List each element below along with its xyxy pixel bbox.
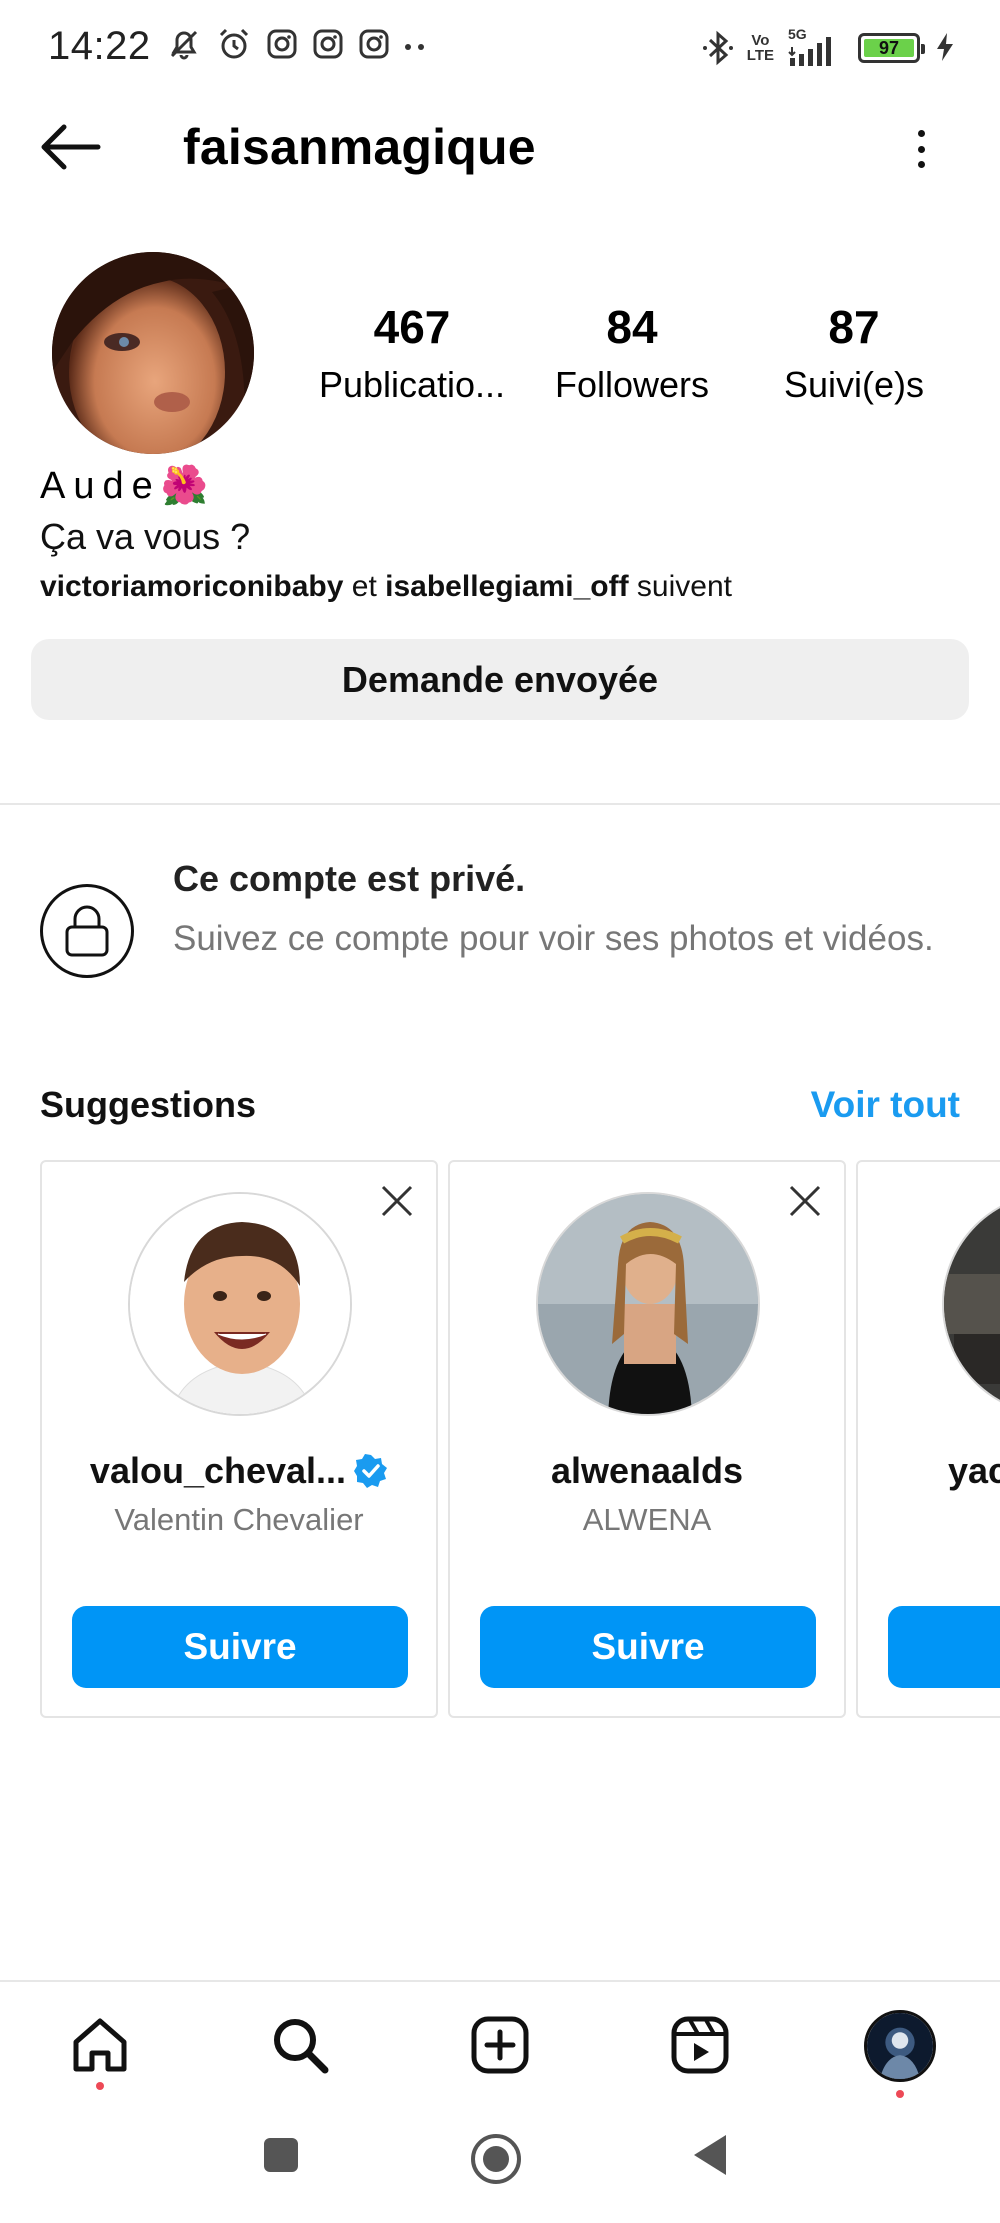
follow-button[interactable]: Suivre bbox=[72, 1606, 408, 1688]
suggestion-card: yac bbox=[856, 1160, 1000, 1718]
bluetooth-icon bbox=[702, 30, 733, 66]
nav-profile[interactable] bbox=[864, 2010, 936, 2082]
notification-dot bbox=[896, 2090, 904, 2098]
battery-icon: 97 bbox=[858, 33, 925, 63]
suggestion-username-text: yac bbox=[948, 1450, 1000, 1491]
nav-search[interactable] bbox=[265, 2010, 335, 2080]
nav-home[interactable] bbox=[65, 2010, 135, 2080]
stat-followers-value: 84 bbox=[606, 301, 658, 353]
status-left-icons bbox=[166, 26, 390, 62]
status-right-icons: Vo LTE 5G 97 bbox=[701, 26, 925, 68]
private-text: Suivez ce compte pour voir ses photos et… bbox=[173, 919, 934, 958]
suggestion-avatar[interactable] bbox=[128, 1192, 352, 1416]
request-sent-button[interactable]: Demande envoyée bbox=[31, 639, 969, 720]
instagram-notification-icon bbox=[359, 29, 389, 59]
stat-following[interactable]: 87 Suivi(e)s bbox=[739, 300, 969, 406]
stat-posts[interactable]: 467 Publicatio... bbox=[297, 300, 527, 406]
private-title: Ce compte est privé. bbox=[173, 858, 526, 899]
hibiscus-emoji: 🌺 bbox=[160, 465, 209, 507]
more-options-button[interactable] bbox=[908, 124, 934, 174]
suggestion-username-text: alwenaalds bbox=[550, 1450, 744, 1491]
suggestions-carousel[interactable]: valou_cheval... Valentin Chevalier Suivr… bbox=[40, 1160, 1000, 1720]
instagram-notification-icon bbox=[313, 29, 343, 59]
notification-dot bbox=[96, 2082, 104, 2090]
suggestion-card: alwenaalds ALWENA Suivre bbox=[448, 1160, 846, 1718]
status-bar: 14:22 Vo LTE 5G 97 bbox=[0, 0, 1000, 96]
status-time: 14:22 bbox=[48, 24, 151, 68]
stat-followers[interactable]: 84 Followers bbox=[517, 300, 747, 406]
bottom-nav bbox=[0, 1982, 1000, 2100]
dot bbox=[917, 145, 925, 153]
suggestion-fullname: Valentin Chevalier bbox=[114, 1502, 364, 1537]
home-circle-icon[interactable] bbox=[469, 2132, 523, 2186]
followed-by-join: et bbox=[351, 570, 377, 603]
suggestion-username[interactable]: yac bbox=[858, 1450, 1000, 1492]
profile-header: faisanmagique bbox=[0, 96, 1000, 206]
charging-icon bbox=[937, 33, 953, 61]
suggestion-fullname: ALWENA bbox=[582, 1502, 712, 1537]
alarm-icon bbox=[219, 28, 249, 59]
suggestion-avatar[interactable] bbox=[536, 1192, 760, 1416]
suggestion-card: valou_cheval... Valentin Chevalier Suivr… bbox=[40, 1160, 438, 1718]
close-icon[interactable] bbox=[788, 1184, 822, 1218]
follower-username-2: isabellegiami_off bbox=[385, 570, 629, 603]
stat-posts-value: 467 bbox=[373, 301, 451, 353]
see-all-link[interactable]: Voir tout bbox=[811, 1084, 960, 1126]
nav-reels[interactable] bbox=[665, 2010, 735, 2080]
back-triangle-icon[interactable] bbox=[690, 2132, 730, 2178]
follow-button[interactable]: Suivre bbox=[480, 1606, 816, 1688]
follower-username-1: victoriamoriconibaby bbox=[40, 570, 344, 603]
dot bbox=[917, 130, 925, 137]
followed-by-suffix: suivent bbox=[636, 570, 732, 603]
android-nav-bar bbox=[0, 2100, 1000, 2223]
suggestions-heading: Suggestions bbox=[40, 1084, 257, 1125]
signal-icon: 5G bbox=[786, 26, 846, 68]
profile-bio: Ça va vous ? bbox=[40, 516, 251, 557]
dot bbox=[917, 161, 925, 168]
profile-avatar[interactable] bbox=[52, 252, 254, 454]
mute-bell-icon bbox=[170, 30, 198, 60]
reels-icon bbox=[671, 2016, 729, 2074]
create-icon bbox=[471, 2016, 529, 2074]
search-icon bbox=[274, 2019, 329, 2074]
stat-following-label: Suivi(e)s bbox=[783, 364, 925, 405]
arrow-left-icon bbox=[41, 124, 101, 170]
stat-following-value: 87 bbox=[828, 301, 880, 353]
header-username: faisanmagique bbox=[183, 119, 536, 175]
follow-button[interactable] bbox=[888, 1606, 1000, 1688]
followed-by-line[interactable]: victoriamoriconibaby et isabellegiami_of… bbox=[40, 570, 732, 604]
volte-label: Vo LTE bbox=[746, 32, 774, 64]
profile-avatar bbox=[867, 2013, 933, 2079]
battery-level: 97 bbox=[864, 38, 914, 58]
suggestion-username[interactable]: valou_cheval... bbox=[42, 1450, 436, 1492]
stat-posts-label: Publicatio... bbox=[318, 364, 506, 405]
suggestion-username[interactable]: alwenaalds bbox=[450, 1450, 844, 1492]
nav-create[interactable] bbox=[465, 2010, 535, 2080]
home-icon bbox=[73, 2018, 127, 2072]
back-button[interactable] bbox=[36, 122, 106, 172]
lock-icon bbox=[40, 884, 134, 978]
profile-name-text: Aude bbox=[40, 464, 161, 507]
more-notifications-icon bbox=[405, 44, 424, 50]
instagram-notification-icon bbox=[267, 29, 297, 59]
close-icon[interactable] bbox=[380, 1184, 414, 1218]
stat-followers-label: Followers bbox=[554, 364, 710, 405]
suggestion-avatar[interactable] bbox=[942, 1192, 1000, 1416]
profile-name: Aude 🌺 bbox=[40, 464, 208, 508]
suggestion-username-text: valou_cheval... bbox=[89, 1450, 347, 1491]
verified-badge-icon bbox=[354, 1454, 388, 1488]
recents-icon[interactable] bbox=[262, 2136, 300, 2174]
divider bbox=[0, 803, 1000, 805]
